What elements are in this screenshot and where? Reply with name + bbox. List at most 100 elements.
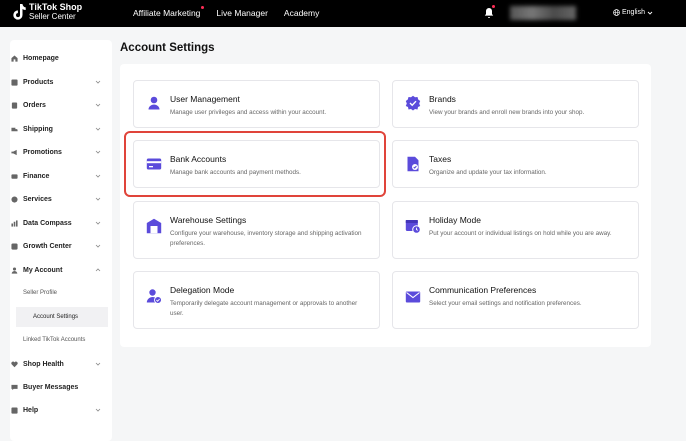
- card-title: Communication Preferences: [429, 285, 537, 295]
- envelope-icon: [405, 291, 421, 303]
- warehouse-icon: [146, 218, 162, 234]
- chevron-down-icon: [647, 11, 653, 15]
- sidebar-item-label: Services: [23, 195, 52, 203]
- tiktok-shop-logo[interactable]: TikTok Shop Seller Center: [12, 3, 82, 21]
- sidebar-item-orders[interactable]: Orders: [0, 95, 102, 115]
- card-communication-preferences[interactable]: Communication Preferences Select your em…: [392, 271, 639, 329]
- services-icon: [11, 195, 18, 203]
- home-icon: [11, 54, 18, 62]
- sidebar-item-label: Data Compass: [23, 219, 72, 227]
- sidebar-item-label: My Account: [23, 266, 63, 274]
- card-taxes[interactable]: Taxes Organize and update your tax infor…: [392, 140, 639, 188]
- calendar-clock-icon: [405, 220, 421, 234]
- sidebar-item-finance[interactable]: Finance: [0, 166, 102, 186]
- sidebar-item-label: Homepage: [23, 54, 59, 62]
- card-title: Delegation Mode: [170, 285, 235, 295]
- sidebar-item-label: Shipping: [23, 125, 53, 133]
- sidebar-item-homepage[interactable]: Homepage: [0, 48, 102, 68]
- megaphone-icon: [11, 149, 17, 155]
- sidebar-subitem-label: Linked TikTok Accounts: [23, 337, 86, 343]
- card-title: Taxes: [429, 154, 452, 164]
- highlight-annotation: [124, 131, 386, 197]
- sidebar-item-label: Finance: [23, 172, 50, 180]
- card-description: Organize and update your tax information…: [429, 169, 547, 176]
- notification-dot: [201, 6, 205, 9]
- chart-icon: [11, 219, 18, 227]
- card-description: View your brands and enroll new brands i…: [429, 109, 585, 116]
- chevron-down-icon: [95, 362, 101, 366]
- card-user-management[interactable]: User Management Manage user privileges a…: [133, 80, 380, 128]
- card-description: Select your email settings and notificat…: [429, 300, 582, 307]
- blurred-account-name[interactable]: [510, 6, 576, 20]
- sidebar-item-shipping[interactable]: Shipping: [0, 119, 102, 139]
- language-selector[interactable]: English: [613, 9, 655, 16]
- products-icon: [11, 78, 18, 86]
- user-check-icon: [146, 289, 162, 304]
- globe-icon: [613, 9, 620, 16]
- sidebar-item-buyer-messages[interactable]: Buyer Messages: [0, 377, 102, 397]
- sidebar-item-services[interactable]: Services: [0, 189, 102, 209]
- card-description: Manage user privileges and access within…: [170, 109, 327, 116]
- bell-notification-dot: [492, 5, 495, 8]
- chevron-down-icon: [95, 221, 101, 225]
- growth-icon: [11, 242, 18, 250]
- user-icon: [148, 96, 160, 110]
- badge-check-icon: [405, 95, 421, 111]
- sidebar-item-help[interactable]: Help: [0, 400, 102, 420]
- card-holiday-mode[interactable]: Holiday Mode Put your account or individ…: [392, 201, 639, 259]
- logo-line2: Seller Center: [29, 12, 76, 21]
- nav-academy[interactable]: Academy: [284, 8, 319, 18]
- sidebar-item-label: Help: [23, 406, 39, 414]
- tiktok-logo-icon: [13, 4, 26, 20]
- chevron-down-icon: [95, 103, 101, 107]
- page-title: Account Settings: [120, 42, 215, 54]
- nav-live-manager[interactable]: Live Manager: [216, 8, 268, 18]
- sidebar-item-shop-health[interactable]: Shop Health: [0, 354, 102, 374]
- sidebar-item-products[interactable]: Products: [0, 72, 102, 92]
- card-title: Warehouse Settings: [170, 215, 247, 225]
- nav-affiliate-marketing[interactable]: Affiliate Marketing: [133, 6, 205, 18]
- person-icon: [11, 266, 18, 274]
- card-warehouse-settings[interactable]: Warehouse Settings Configure your wareho…: [133, 201, 380, 259]
- chevron-down-icon: [95, 80, 101, 84]
- sidebar-subitem-linked-tiktok-accounts[interactable]: Linked TikTok Accounts: [0, 330, 102, 350]
- chevron-down-icon: [95, 150, 101, 154]
- card-title: Brands: [429, 94, 456, 104]
- language-label: English: [622, 9, 645, 16]
- heart-icon: [11, 361, 18, 367]
- chevron-down-icon: [95, 127, 101, 131]
- top-nav: Affiliate Marketing Live Manager Academy: [133, 6, 335, 18]
- sidebar-item-label: Growth Center: [23, 242, 72, 250]
- card-description: Temporarily delegate account management …: [170, 300, 358, 317]
- finance-icon: [11, 173, 18, 179]
- chevron-down-icon: [95, 174, 101, 178]
- sidebar-item-growth-center[interactable]: Growth Center: [0, 236, 102, 256]
- sidebar-subitem-seller-profile[interactable]: Seller Profile: [0, 283, 102, 303]
- sidebar-item-label: Promotions: [23, 148, 62, 156]
- sidebar-item-my-account[interactable]: My Account: [0, 260, 102, 280]
- chevron-down-icon: [95, 197, 101, 201]
- bell-icon[interactable]: [484, 7, 494, 19]
- tax-document-icon: [407, 156, 419, 172]
- top-bar: TikTok Shop Seller Center Affiliate Mark…: [0, 0, 686, 27]
- chevron-down-icon: [95, 244, 101, 248]
- help-icon: [11, 406, 18, 414]
- sidebar-subitem-label: Account Settings: [33, 314, 79, 320]
- chevron-up-icon: [95, 268, 101, 272]
- sidebar-item-label: Orders: [23, 101, 46, 109]
- chevron-down-icon: [95, 408, 101, 412]
- card-description: Configure your warehouse, inventory stor…: [170, 230, 362, 247]
- sidebar-item-label: Buyer Messages: [23, 383, 79, 391]
- sidebar-item-data-compass[interactable]: Data Compass: [0, 213, 102, 233]
- card-delegation-mode[interactable]: Delegation Mode Temporarily delegate acc…: [133, 271, 380, 329]
- card-brands[interactable]: Brands View your brands and enroll new b…: [392, 80, 639, 128]
- card-title: User Management: [170, 94, 240, 104]
- sidebar-subitem-account-settings[interactable]: Account Settings: [16, 307, 108, 327]
- sidebar-item-label: Products: [23, 78, 54, 86]
- nav-affiliate-marketing-label: Affiliate Marketing: [133, 8, 201, 18]
- sidebar-item-label: Shop Health: [23, 360, 64, 368]
- card-description: Put your account or individual listings …: [429, 230, 612, 237]
- card-title: Holiday Mode: [429, 215, 481, 225]
- sidebar-subitem-label: Seller Profile: [23, 290, 58, 296]
- sidebar-item-promotions[interactable]: Promotions: [0, 142, 102, 162]
